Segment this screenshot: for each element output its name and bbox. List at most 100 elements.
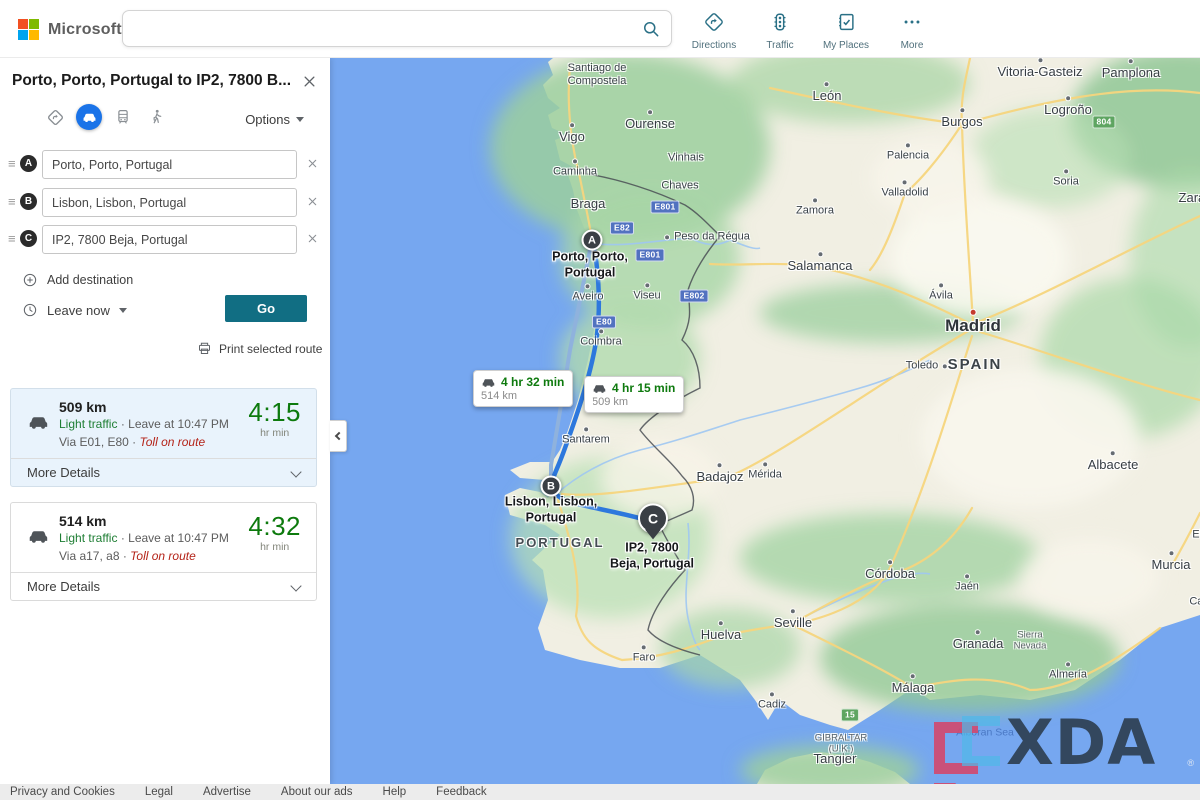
car-icon bbox=[27, 527, 50, 549]
mode-driving-icon[interactable] bbox=[76, 104, 102, 130]
close-icon[interactable] bbox=[298, 70, 320, 92]
bubble-time: 4 hr 32 min bbox=[501, 375, 564, 389]
route-traffic-line: Light traffic · Leave at 10:47 PM bbox=[59, 417, 229, 431]
map-label: Alboran Sea bbox=[956, 727, 1014, 740]
options-label: Options bbox=[245, 112, 290, 127]
footer-link[interactable]: Help bbox=[383, 786, 407, 798]
route-marker[interactable]: A bbox=[582, 230, 603, 251]
directions-panel: Porto, Porto, Portugal to IP2, 7800 B...… bbox=[0, 58, 330, 784]
remove-waypoint-icon[interactable] bbox=[307, 156, 318, 174]
map-label: León bbox=[813, 88, 842, 104]
remove-waypoint-icon[interactable] bbox=[307, 194, 318, 212]
route-distance: 514 km bbox=[59, 513, 106, 529]
search-bar[interactable] bbox=[122, 10, 672, 47]
map-label: Sierra Nevada bbox=[1014, 630, 1047, 653]
leave-time-dropdown[interactable]: Leave now bbox=[22, 302, 127, 318]
nav-label: More bbox=[901, 40, 924, 51]
map-label: Zamora bbox=[796, 204, 834, 217]
panel-collapse-button[interactable] bbox=[330, 420, 347, 452]
footer-link[interactable]: About our ads bbox=[281, 786, 353, 798]
map-label: Soria bbox=[1053, 175, 1079, 188]
waypoint-input-a[interactable] bbox=[42, 150, 297, 179]
nav-more[interactable]: More bbox=[886, 8, 938, 51]
car-icon bbox=[481, 376, 496, 388]
map-label: Almería bbox=[1049, 668, 1087, 681]
go-button[interactable]: Go bbox=[225, 295, 307, 322]
map-label: Chaves bbox=[661, 179, 698, 192]
map-label: Badajoz bbox=[697, 469, 744, 485]
top-navigation: Directions Traffic My Places More bbox=[688, 8, 938, 51]
map-label: Seville bbox=[774, 615, 812, 631]
footer-link[interactable]: Legal bbox=[145, 786, 173, 798]
map-label: Vinhais bbox=[668, 151, 704, 164]
mode-recommended-icon[interactable] bbox=[42, 104, 68, 130]
footer-link[interactable]: Feedback bbox=[436, 786, 487, 798]
map-label: Toledo bbox=[906, 359, 938, 372]
nav-label: My Places bbox=[823, 40, 869, 51]
map-label: Madrid bbox=[945, 316, 1001, 336]
drag-handle-icon[interactable]: ≡ bbox=[8, 157, 16, 170]
print-route-button[interactable]: Print selected route bbox=[197, 341, 322, 356]
nav-my-places[interactable]: My Places bbox=[820, 8, 872, 51]
nav-label: Directions bbox=[692, 40, 736, 51]
route-time-bubble[interactable]: 4 hr 15 min 509 km bbox=[584, 376, 684, 413]
map-label: Santarem bbox=[562, 433, 610, 446]
route-card-1[interactable]: 509 km Light traffic · Leave at 10:47 PM… bbox=[10, 388, 317, 487]
leave-now-label: Leave now bbox=[47, 303, 110, 318]
map-label: Salamanca bbox=[787, 258, 852, 274]
remove-waypoint-icon[interactable] bbox=[307, 231, 318, 249]
waypoint-row-c: ≡ C bbox=[0, 225, 330, 254]
bubble-distance: 514 km bbox=[481, 390, 564, 402]
plus-circle-icon bbox=[22, 272, 38, 288]
map-label: Valladolid bbox=[882, 186, 929, 199]
bubble-distance: 509 km bbox=[592, 396, 675, 408]
options-dropdown[interactable]: Options bbox=[245, 112, 304, 127]
map-label: Santiago de Compostela bbox=[568, 62, 627, 88]
route-traffic-line: Light traffic · Leave at 10:47 PM bbox=[59, 531, 229, 545]
route-time-bubble[interactable]: 4 hr 32 min 514 km bbox=[473, 370, 573, 407]
map-label: Logroño bbox=[1044, 102, 1092, 118]
map-label: Cadiz bbox=[758, 698, 786, 711]
map-label: Viseu bbox=[633, 289, 660, 302]
nav-directions[interactable]: Directions bbox=[688, 8, 740, 51]
more-details-button[interactable]: More Details bbox=[11, 572, 316, 600]
marker-letter: A bbox=[588, 234, 596, 246]
add-destination-button[interactable]: Add destination bbox=[22, 272, 133, 288]
footer-link[interactable]: Advertise bbox=[203, 786, 251, 798]
waypoint-input-b[interactable] bbox=[42, 188, 297, 217]
map-label: SPAIN bbox=[948, 356, 1003, 374]
map-label: Ourense bbox=[625, 116, 675, 132]
map-label: Coimbra bbox=[580, 335, 622, 348]
route-marker[interactable]: C bbox=[638, 503, 668, 533]
footer-bar: Privacy and Cookies Legal Advertise Abou… bbox=[0, 784, 1200, 800]
route-duration: 4:32 hr min bbox=[248, 511, 301, 553]
waypoint-badge-b: B bbox=[20, 193, 37, 210]
road-badge: 15 bbox=[841, 709, 859, 722]
add-destination-label: Add destination bbox=[47, 273, 133, 287]
my-places-icon bbox=[835, 11, 857, 38]
waypoint-input-c[interactable] bbox=[42, 225, 297, 254]
map-label: Mérida bbox=[748, 468, 782, 481]
route-via-line: Via a17, a8 · Toll on route bbox=[59, 549, 196, 563]
route-via-line: Via E01, E80 · Toll on route bbox=[59, 435, 205, 449]
search-icon[interactable] bbox=[631, 11, 671, 46]
road-badge: E802 bbox=[679, 290, 708, 303]
road-badge: E801 bbox=[650, 201, 679, 214]
mode-walking-icon[interactable] bbox=[144, 104, 170, 130]
nav-label: Traffic bbox=[766, 40, 793, 51]
drag-handle-icon[interactable]: ≡ bbox=[8, 195, 16, 208]
map[interactable]: Santiago de Compostela Vigo Caminha Oure… bbox=[330, 58, 1200, 784]
route-card-2[interactable]: 514 km Light traffic · Leave at 10:47 PM… bbox=[10, 502, 317, 601]
drag-handle-icon[interactable]: ≡ bbox=[8, 232, 16, 245]
nav-traffic[interactable]: Traffic bbox=[754, 8, 806, 51]
car-icon bbox=[592, 382, 607, 394]
more-details-button[interactable]: More Details bbox=[11, 458, 316, 486]
map-label: Vitoria-Gasteiz bbox=[997, 64, 1082, 80]
waypoint-row-a: ≡ A bbox=[0, 150, 330, 179]
map-label: Zaragoza bbox=[1179, 190, 1200, 206]
search-input[interactable] bbox=[123, 11, 631, 46]
footer-link[interactable]: Privacy and Cookies bbox=[10, 786, 115, 798]
route-marker[interactable]: B bbox=[541, 476, 562, 497]
waypoint-badge-a: A bbox=[20, 155, 37, 172]
mode-transit-icon[interactable] bbox=[110, 104, 136, 130]
